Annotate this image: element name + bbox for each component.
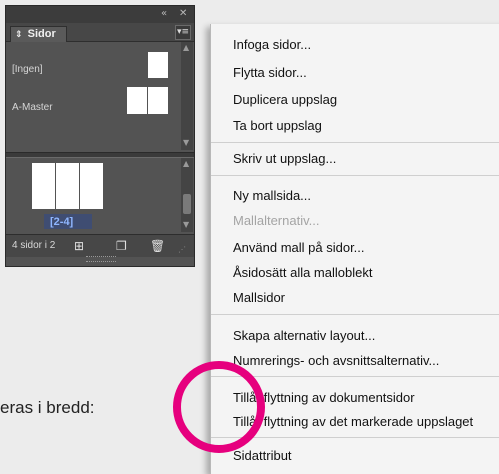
panel-menu-button[interactable]: ▾≡	[175, 25, 191, 40]
master-thumb-none[interactable]	[148, 52, 168, 78]
scroll-thumb[interactable]	[183, 194, 191, 214]
scroll-up-icon[interactable]: ▲	[183, 159, 189, 168]
tab-label: Sidor	[27, 28, 56, 40]
panel-tab-row: ⇕ Sidor ▾≡	[6, 23, 194, 42]
menu-separator	[211, 314, 499, 315]
menu-item-insert-pages[interactable]: Infoga sidor...	[233, 37, 311, 52]
edit-page-size-icon[interactable]: ⊞	[74, 239, 84, 253]
body-text: eras i bredd:	[0, 398, 95, 417]
menu-item-duplicate-spread[interactable]: Duplicera uppslag	[233, 92, 337, 107]
tab-pages[interactable]: ⇕ Sidor	[10, 26, 67, 42]
menu-item-master-options: Mallalternativ...	[233, 213, 320, 228]
master-label-a: A-Master	[12, 102, 53, 113]
menu-item-page-attributes[interactable]: Sidattribut	[233, 448, 292, 463]
page-thumb-4[interactable]	[80, 163, 103, 209]
new-page-icon[interactable]: ❐	[116, 239, 127, 253]
section-divider[interactable]	[6, 152, 194, 158]
master-thumb-a-left[interactable]	[127, 87, 147, 114]
menu-item-new-master[interactable]: Ny mallsida...	[233, 188, 311, 203]
menu-item-numbering-options[interactable]: Numrerings- och avsnittsalternativ...	[233, 353, 439, 368]
masters-scrollbar[interactable]: ▲ ▼	[181, 42, 193, 150]
pages-panel: « ✕ ⇕ Sidor ▾≡ [Ingen] A-Master ▲ ▼ [2-4…	[5, 5, 195, 267]
menu-item-allow-spread-shuffle[interactable]: Tillåt flyttning av det markerade uppsla…	[233, 414, 473, 429]
menu-item-override-master-items[interactable]: Åsidosätt alla malloblekt	[233, 265, 372, 280]
scroll-down-icon[interactable]: ▼	[183, 138, 189, 147]
resize-grip-icon[interactable]: ⋰	[178, 245, 186, 254]
menu-item-create-alt-layout[interactable]: Skapa alternativ layout...	[233, 328, 375, 343]
panel-title-bar: « ✕	[6, 6, 194, 24]
trash-icon[interactable]: 🗑	[150, 239, 165, 253]
menu-item-move-pages[interactable]: Flytta sidor...	[233, 65, 307, 80]
master-thumb-a-right[interactable]	[148, 87, 168, 114]
spread-label[interactable]: [2-4]	[50, 216, 73, 228]
scroll-down-icon[interactable]: ▼	[183, 220, 189, 229]
collapse-panel-icon[interactable]: «	[161, 8, 167, 19]
menu-item-delete-spread[interactable]: Ta bort uppslag	[233, 118, 322, 133]
close-icon[interactable]: ✕	[179, 8, 187, 19]
menu-item-apply-master[interactable]: Använd mall på sidor...	[233, 240, 365, 255]
pages-scrollbar[interactable]: ▲ ▼	[181, 158, 193, 232]
tab-chevron-icon: ⇕	[15, 30, 23, 40]
panel-grip[interactable]	[86, 256, 116, 262]
page-thumb-2[interactable]	[32, 163, 55, 209]
menu-separator	[211, 142, 499, 143]
highlight-circle	[173, 361, 265, 453]
page-count-label: 4 sidor i 2	[12, 240, 56, 251]
menu-item-print-spread[interactable]: Skriv ut uppslag...	[233, 151, 336, 166]
scroll-up-icon[interactable]: ▲	[183, 43, 189, 52]
menu-separator	[211, 437, 499, 438]
page-thumb-3[interactable]	[56, 163, 79, 209]
menu-item-master-pages[interactable]: Mallsidor	[233, 290, 285, 305]
master-label-none: [Ingen]	[12, 64, 43, 75]
menu-separator	[211, 175, 499, 176]
panel-footer: 4 sidor i 2 ⊞ ❐ 🗑 ⋰	[6, 234, 194, 257]
